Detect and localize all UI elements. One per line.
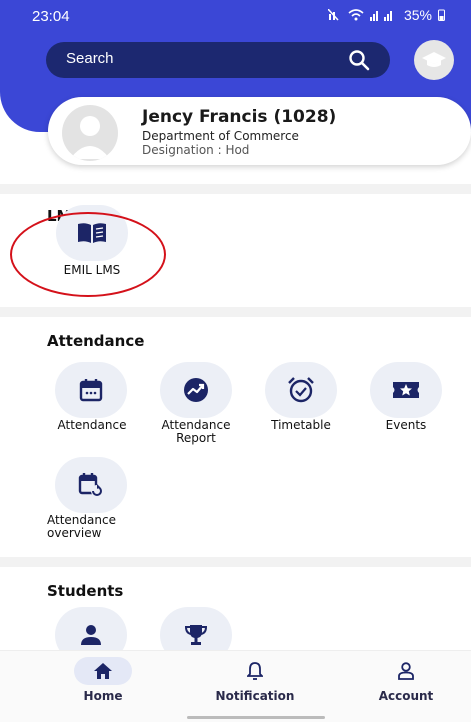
trophy-icon (184, 625, 208, 645)
institution-logo-button[interactable] (414, 40, 454, 80)
battery-percent: 35% (403, 7, 432, 23)
attendance-report-tile[interactable] (160, 362, 232, 418)
mute-icon (327, 9, 339, 21)
events-label: Events (385, 418, 427, 432)
section-title-students: Students (47, 582, 124, 600)
search-bar[interactable]: Search (46, 42, 390, 78)
section-divider (0, 307, 471, 317)
home-indicator (187, 716, 325, 719)
search-placeholder: Search (66, 50, 114, 67)
profile-card[interactable]: Jency Francis (1028) Department of Comme… (48, 97, 471, 165)
attendance-overview-label: Attendance overview (47, 513, 116, 540)
bell-icon (247, 662, 263, 680)
person-icon (81, 625, 101, 645)
profile-department: Department of Commerce (142, 129, 299, 143)
profile-name: Jency Francis (1028) (142, 107, 337, 127)
search-icon[interactable] (348, 49, 370, 71)
wifi-icon (348, 9, 364, 21)
nav-notification[interactable]: Notification (195, 657, 315, 703)
events-tile[interactable] (370, 362, 442, 418)
nav-account-label: Account (378, 689, 434, 703)
nav-account-pill (377, 657, 435, 685)
nav-home-pill (74, 657, 132, 685)
user-placeholder-icon (70, 116, 110, 159)
section-title-attendance: Attendance (47, 332, 145, 350)
section-divider (0, 184, 471, 194)
attendance-label: Attendance (57, 418, 127, 432)
nav-account[interactable]: Account (346, 657, 466, 703)
timetable-tile[interactable] (265, 362, 337, 418)
calendar-icon (79, 379, 103, 402)
status-indicators: 35% (327, 7, 445, 23)
nav-home-label: Home (83, 689, 123, 703)
nav-notification-pill (226, 657, 284, 685)
alarm-clock-icon (288, 377, 314, 403)
avatar (62, 105, 118, 161)
attendance-report-label: Attendance Report (161, 418, 231, 445)
graduation-cap-icon (422, 52, 446, 67)
attendance-overview-tile[interactable] (55, 457, 127, 513)
battery-icon (438, 9, 445, 21)
status-bar: 23:04 35% (0, 0, 471, 34)
section-divider (0, 557, 471, 567)
signal-icon (369, 11, 392, 21)
attendance-tile[interactable] (55, 362, 127, 418)
bottom-navigation: Home Notification Account (0, 650, 471, 722)
nav-notification-label: Notification (215, 689, 295, 703)
calendar-refresh-icon (78, 473, 103, 497)
home-icon (94, 663, 112, 679)
timetable-label: Timetable (271, 418, 331, 432)
trend-chart-icon (184, 378, 208, 402)
star-ticket-icon (393, 382, 419, 398)
nav-home[interactable]: Home (43, 657, 163, 703)
status-time: 23:04 (32, 8, 70, 25)
profile-designation: Designation : Hod (142, 143, 250, 157)
account-icon (398, 662, 414, 680)
annotation-circle (10, 212, 166, 297)
